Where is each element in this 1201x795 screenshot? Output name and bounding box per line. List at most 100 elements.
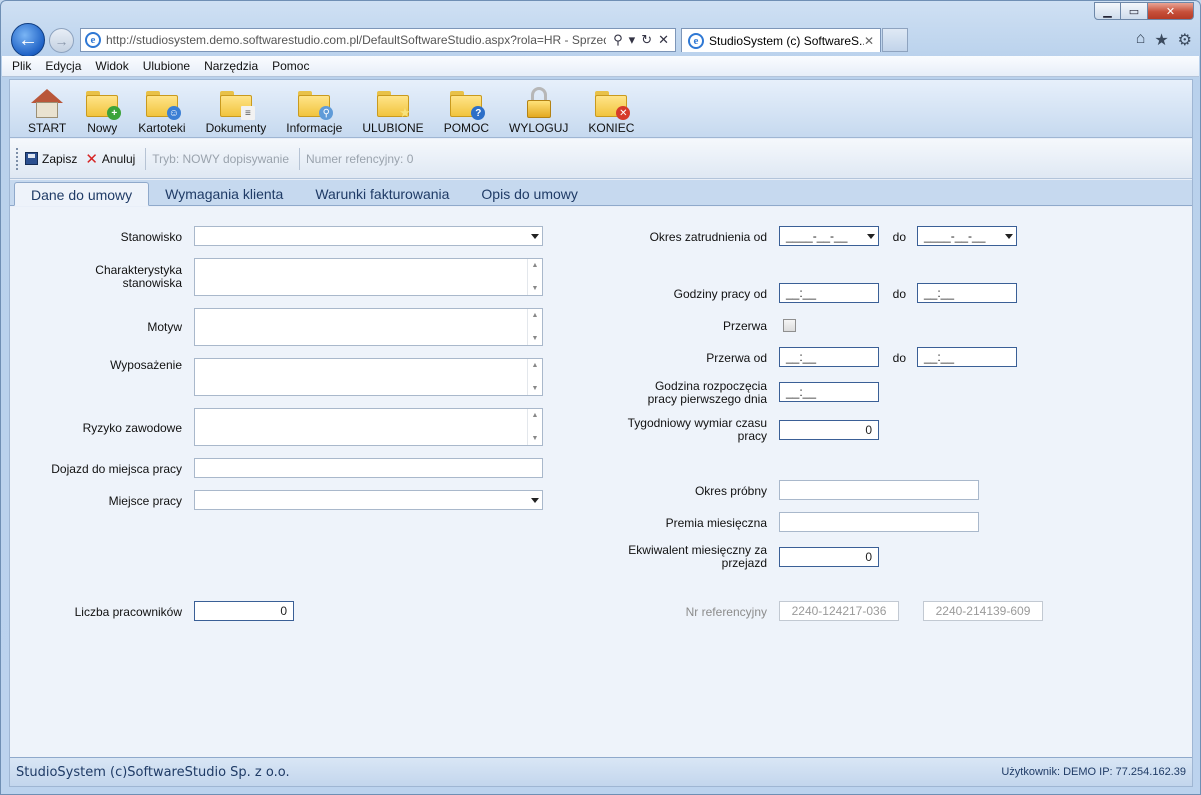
favorites-star-icon[interactable]: ★ — [1154, 30, 1168, 50]
ulubione-label: ULUBIONE — [362, 121, 424, 135]
close-icon[interactable]: ✕ — [1148, 2, 1194, 20]
folder-help-icon: ? — [450, 89, 486, 120]
tab-opis-do-umowy[interactable]: Opis do umowy — [465, 183, 593, 205]
cancel-button[interactable]: ✕ Anuluj — [85, 150, 135, 168]
przerwa-do-input[interactable]: __:__ — [917, 347, 1017, 367]
do-label: do — [892, 287, 906, 301]
forward-button[interactable]: → — [49, 28, 74, 53]
dokumenty-button[interactable]: ≡ Dokumenty — [198, 89, 275, 137]
wyposazenie-textarea[interactable]: ▲ ▼ — [194, 358, 543, 396]
pomoc-label: POMOC — [443, 121, 490, 135]
menu-edycja[interactable]: Edycja — [45, 59, 81, 73]
miejsce-label: Miejsce pracy — [108, 494, 182, 508]
przerwa-od-input[interactable]: __:__ — [779, 347, 879, 367]
dropdown-icon[interactable]: ▾ — [629, 32, 636, 48]
copyright-text: StudioSystem (c)SoftwareStudio Sp. z o.o… — [16, 764, 290, 780]
browser-tab[interactable]: e StudioSystem (c) SoftwareS... ✕ — [681, 28, 881, 52]
tygodniowy-input[interactable]: 0 — [779, 420, 879, 440]
nr-ref-input-1: 2240-124217-036 — [779, 601, 899, 621]
nr-ref-input-2: 2240-214139-609 — [923, 601, 1043, 621]
menu-plik[interactable]: Plik — [12, 59, 31, 73]
toolbar-grip[interactable] — [16, 147, 19, 170]
premia-input[interactable] — [779, 512, 979, 532]
koniec-label: KONIEC — [588, 121, 635, 135]
scrollbar[interactable]: ▲ ▼ — [527, 409, 542, 445]
scrollbar[interactable]: ▲ ▼ — [527, 359, 542, 395]
menu-ulubione[interactable]: Ulubione — [143, 59, 190, 73]
contract-form: Stanowisko Charakterystyka stanowiska ▲ ▼… — [10, 207, 1192, 757]
home-icon[interactable]: ⌂ — [1136, 30, 1146, 50]
start-label: START — [28, 121, 67, 135]
refresh-icon[interactable]: ↻ — [641, 32, 652, 48]
folder-users-icon: ☺ — [145, 89, 181, 120]
search-icon[interactable]: ⚲ — [613, 32, 623, 48]
kartoteki-button[interactable]: ☺ Kartoteki — [130, 89, 193, 137]
przerwa-checkbox[interactable] — [783, 319, 796, 332]
maximize-icon[interactable]: ▭ — [1121, 2, 1148, 20]
address-bar[interactable]: e http://studiosystem.demo.softwarestudi… — [80, 28, 676, 52]
menu-widok[interactable]: Widok — [95, 59, 128, 73]
tygodniowy-label: Tygodniowy wymiar czasu pracy — [627, 416, 767, 443]
koniec-button[interactable]: ✕ KONIEC — [580, 89, 642, 137]
tab-warunki-fakturowania[interactable]: Warunki fakturowania — [299, 183, 465, 205]
application-area: START + Nowy ☺ Kartoteki ≡ Dokumenty ⚲ I… — [9, 79, 1193, 787]
okres-do-date[interactable]: ____-__-__ — [917, 226, 1017, 246]
liczba-input[interactable]: 0 — [194, 601, 294, 621]
menu-pomoc[interactable]: Pomoc — [272, 59, 309, 73]
scrollbar[interactable]: ▲ ▼ — [527, 259, 542, 295]
okres-od-date[interactable]: ____-__-__ — [779, 226, 879, 246]
motyw-textarea[interactable]: ▲ ▼ — [194, 308, 543, 346]
scrollbar[interactable]: ▲ ▼ — [527, 309, 542, 345]
date-mask: ____-__-__ — [924, 229, 986, 243]
address-input[interactable]: http://studiosystem.demo.softwarestudio.… — [106, 33, 606, 47]
charakterystyka-textarea[interactable]: ▲ ▼ — [194, 258, 543, 296]
liczba-label: Liczba pracowników — [74, 605, 182, 619]
cancel-x-icon: ✕ — [85, 150, 98, 168]
dojazd-label: Dojazd do miejsca pracy — [51, 462, 182, 476]
nr-ref-label: Nr referencyjny — [685, 605, 767, 619]
wyloguj-button[interactable]: WYLOGUJ — [501, 87, 576, 137]
floppy-save-icon — [25, 152, 38, 165]
stanowisko-select[interactable] — [194, 226, 543, 246]
ryzyko-textarea[interactable]: ▲ ▼ — [194, 408, 543, 446]
ulubione-button[interactable]: ★ ULUBIONE — [354, 89, 431, 137]
miejsce-select[interactable] — [194, 490, 543, 510]
tab-close-icon[interactable]: ✕ — [864, 34, 874, 48]
separator — [299, 147, 300, 170]
save-button[interactable]: Zapisz — [25, 152, 77, 166]
dokumenty-label: Dokumenty — [205, 121, 267, 135]
godzina-rozp-input[interactable]: __:__ — [779, 382, 879, 402]
gear-icon[interactable]: ⚙ — [1178, 30, 1192, 50]
forward-arrow-icon: → — [54, 32, 69, 49]
ryzyko-label: Ryzyko zawodowe — [82, 421, 182, 435]
menu-narzedzia[interactable]: Narzędzia — [204, 59, 258, 73]
new-label: Nowy — [87, 121, 118, 135]
action-bar: Zapisz ✕ Anuluj Tryb: NOWY dopisywanie N… — [10, 139, 1192, 179]
new-button[interactable]: + Nowy — [78, 89, 126, 137]
start-button[interactable]: START — [20, 89, 74, 137]
back-button[interactable]: ← — [11, 23, 45, 57]
pomoc-button[interactable]: ? POMOC — [436, 89, 497, 137]
wyposazenie-label: Wyposażenie — [110, 358, 182, 372]
stanowisko-label: Stanowisko — [120, 230, 182, 244]
form-tabs: Dane do umowy Wymagania klienta Warunki … — [10, 180, 1192, 206]
informacje-button[interactable]: ⚲ Informacje — [278, 89, 350, 137]
folder-search-icon: ⚲ — [298, 89, 334, 120]
minimize-icon[interactable]: ▁ — [1094, 2, 1121, 20]
okres-probny-input[interactable] — [779, 480, 979, 500]
tab-dane-do-umowy[interactable]: Dane do umowy — [14, 182, 150, 206]
ie-tab-icon: e — [688, 32, 704, 49]
back-arrow-icon: ← — [18, 28, 38, 51]
chevron-down-icon — [1005, 234, 1013, 239]
new-tab-button[interactable] — [882, 28, 908, 52]
user-info-text: Użytkownik: DEMO IP: 77.254.162.39 — [1001, 766, 1186, 778]
godziny-od-input[interactable]: __:__ — [779, 283, 879, 303]
dojazd-input[interactable] — [194, 458, 543, 478]
tab-wymagania-klienta[interactable]: Wymagania klienta — [149, 183, 299, 205]
browser-tools: ⌂ ★ ⚙ — [1136, 30, 1192, 50]
godziny-do-input[interactable]: __:__ — [917, 283, 1017, 303]
charakterystyka-label: Charakterystyka stanowiska — [95, 263, 182, 290]
stop-icon[interactable]: ✕ — [658, 32, 669, 48]
ekwiwalent-input[interactable]: 0 — [779, 547, 879, 567]
status-bar: StudioSystem (c)SoftwareStudio Sp. z o.o… — [10, 757, 1192, 786]
